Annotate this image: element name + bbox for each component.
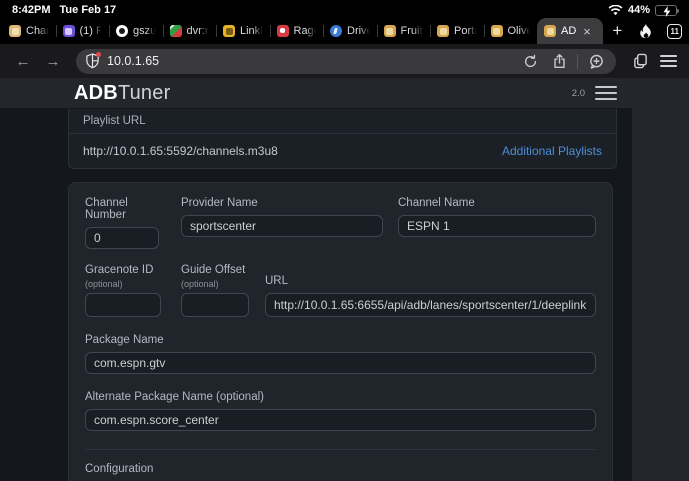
provider-name-label: Provider Name [181, 197, 383, 209]
tab-linkpi[interactable]: LinkPi [216, 18, 270, 44]
tab-label: Driver [347, 25, 370, 37]
tab-label: Portal [454, 25, 477, 37]
tab-label: RageP [294, 25, 317, 37]
gracenote-id-label: Gracenote ID [85, 264, 161, 276]
configuration-label: Configuration [85, 463, 596, 475]
flame-icon[interactable] [632, 18, 661, 44]
additional-playlists-link[interactable]: Additional Playlists [502, 144, 602, 158]
tab-label: (1) Fru [80, 25, 103, 37]
adbtuner-favicon-icon [544, 25, 556, 37]
fruitd-favicon-icon [384, 25, 396, 37]
playlist-url-value: http://10.0.1.65:5592/channels.m3u8 [83, 144, 278, 158]
playlist-url-title: Playlist URL [69, 109, 616, 134]
adbtuner-header: ADBTuner 2.0 [0, 78, 689, 108]
tab-label: dvr:na [187, 25, 210, 37]
clock-time: 8:42PM [12, 4, 51, 16]
url-address-text: 10.0.1.65 [107, 54, 512, 68]
tab-count-badge: 11 [667, 24, 682, 39]
tab-label: FruitD [401, 25, 424, 37]
package-name-label: Package Name [85, 334, 596, 346]
channel-number-label: Channel Number [85, 197, 159, 221]
wifi-icon [608, 5, 623, 16]
olivet-favicon-icon [491, 25, 503, 37]
github-favicon-icon [116, 25, 128, 37]
tab-adbtuner-active[interactable]: AD × [537, 18, 603, 44]
adbtuner-logo: ADBTuner [74, 82, 170, 105]
tablet-screen: 8:42PM Tue Feb 17 44% Chann (1) Fru [0, 0, 689, 481]
clock-date: Tue Feb 17 [60, 4, 117, 16]
gracenote-optional-note: (optional) [85, 279, 161, 289]
linkpi-favicon-icon [223, 25, 235, 37]
forward-button[interactable]: → [42, 54, 64, 69]
browser-toolbar: ← → 10.0.1.65 [0, 44, 689, 78]
ragep-favicon-icon [277, 25, 289, 37]
page-body: Playlist URL http://10.0.1.65:5592/chann… [0, 108, 689, 481]
channel-name-label: Channel Name [398, 197, 596, 209]
tab-label: LinkPi [240, 25, 263, 37]
content-column: Playlist URL http://10.0.1.65:5592/chann… [0, 108, 632, 481]
gracenote-id-input[interactable] [85, 293, 161, 317]
section-divider [85, 449, 596, 450]
status-bar: 8:42PM Tue Feb 17 44% [0, 0, 689, 18]
tab-overview-button[interactable]: 11 [660, 18, 689, 44]
url-label: URL [265, 275, 596, 287]
tab-driver[interactable]: Driver [323, 18, 377, 44]
tab-fruitd[interactable]: FruitD [377, 18, 431, 44]
tab-label: OliveT [508, 25, 531, 37]
share-icon[interactable] [548, 54, 570, 69]
back-button[interactable]: ← [12, 54, 34, 69]
new-tab-button[interactable]: + [603, 18, 632, 44]
alternate-package-name-label: Alternate Package Name (optional) [85, 391, 596, 403]
portal-favicon-icon [437, 25, 449, 37]
playlist-url-card: Playlist URL http://10.0.1.65:5592/chann… [68, 109, 617, 169]
battery-percent: 44% [628, 4, 650, 16]
tab-label: AD [561, 25, 576, 37]
close-tab-icon[interactable]: × [583, 25, 591, 38]
address-bar[interactable]: 10.0.1.65 [76, 49, 616, 74]
channel-form-card: Channel Number Provider Name Channel Nam… [68, 182, 613, 481]
tab-channels[interactable]: Chann [2, 18, 56, 44]
tab-label: Chann [26, 25, 49, 37]
copy-page-icon[interactable] [628, 53, 652, 69]
right-margin-panel [632, 108, 689, 481]
logo-bold-part: ADB [74, 82, 118, 104]
browser-menu-icon[interactable] [660, 55, 677, 66]
tab-gszulc[interactable]: gszulc [109, 18, 163, 44]
tab-label: gszulc [133, 25, 156, 37]
browser-tab-bar: Chann (1) Fru gszulc dvr:na LinkPi RageP… [0, 18, 689, 44]
tab-portal[interactable]: Portal [430, 18, 484, 44]
alternate-package-name-input[interactable] [85, 409, 596, 431]
deeplink-url-input[interactable] [265, 293, 596, 317]
driver-favicon-icon [330, 25, 342, 37]
blocker-badge-dot [96, 52, 101, 57]
fru-favicon-icon [63, 25, 75, 37]
site-menu-icon[interactable] [595, 86, 617, 100]
package-name-input[interactable] [85, 352, 596, 374]
version-label: 2.0 [572, 88, 585, 99]
battery-icon [655, 5, 677, 16]
channel-name-input[interactable] [398, 215, 596, 237]
guide-offset-optional-note: (optional) [181, 279, 249, 289]
tab-olivet[interactable]: OliveT [484, 18, 538, 44]
reload-icon[interactable] [519, 54, 541, 69]
guide-offset-label: Guide Offset [181, 264, 249, 276]
add-comment-bubble-icon[interactable] [585, 54, 607, 69]
tab-fru[interactable]: (1) Fru [56, 18, 110, 44]
tab-ragep[interactable]: RageP [270, 18, 324, 44]
toolbar-separator [577, 54, 578, 69]
guide-offset-input[interactable] [181, 293, 249, 317]
dvr-favicon-icon [170, 25, 182, 37]
channel-number-input[interactable] [85, 227, 159, 249]
channels-favicon-icon [9, 25, 21, 37]
provider-name-input[interactable] [181, 215, 383, 237]
content-blocker-shield-icon[interactable] [85, 53, 100, 69]
logo-light-part: Tuner [118, 82, 171, 104]
tab-dvr[interactable]: dvr:na [163, 18, 217, 44]
